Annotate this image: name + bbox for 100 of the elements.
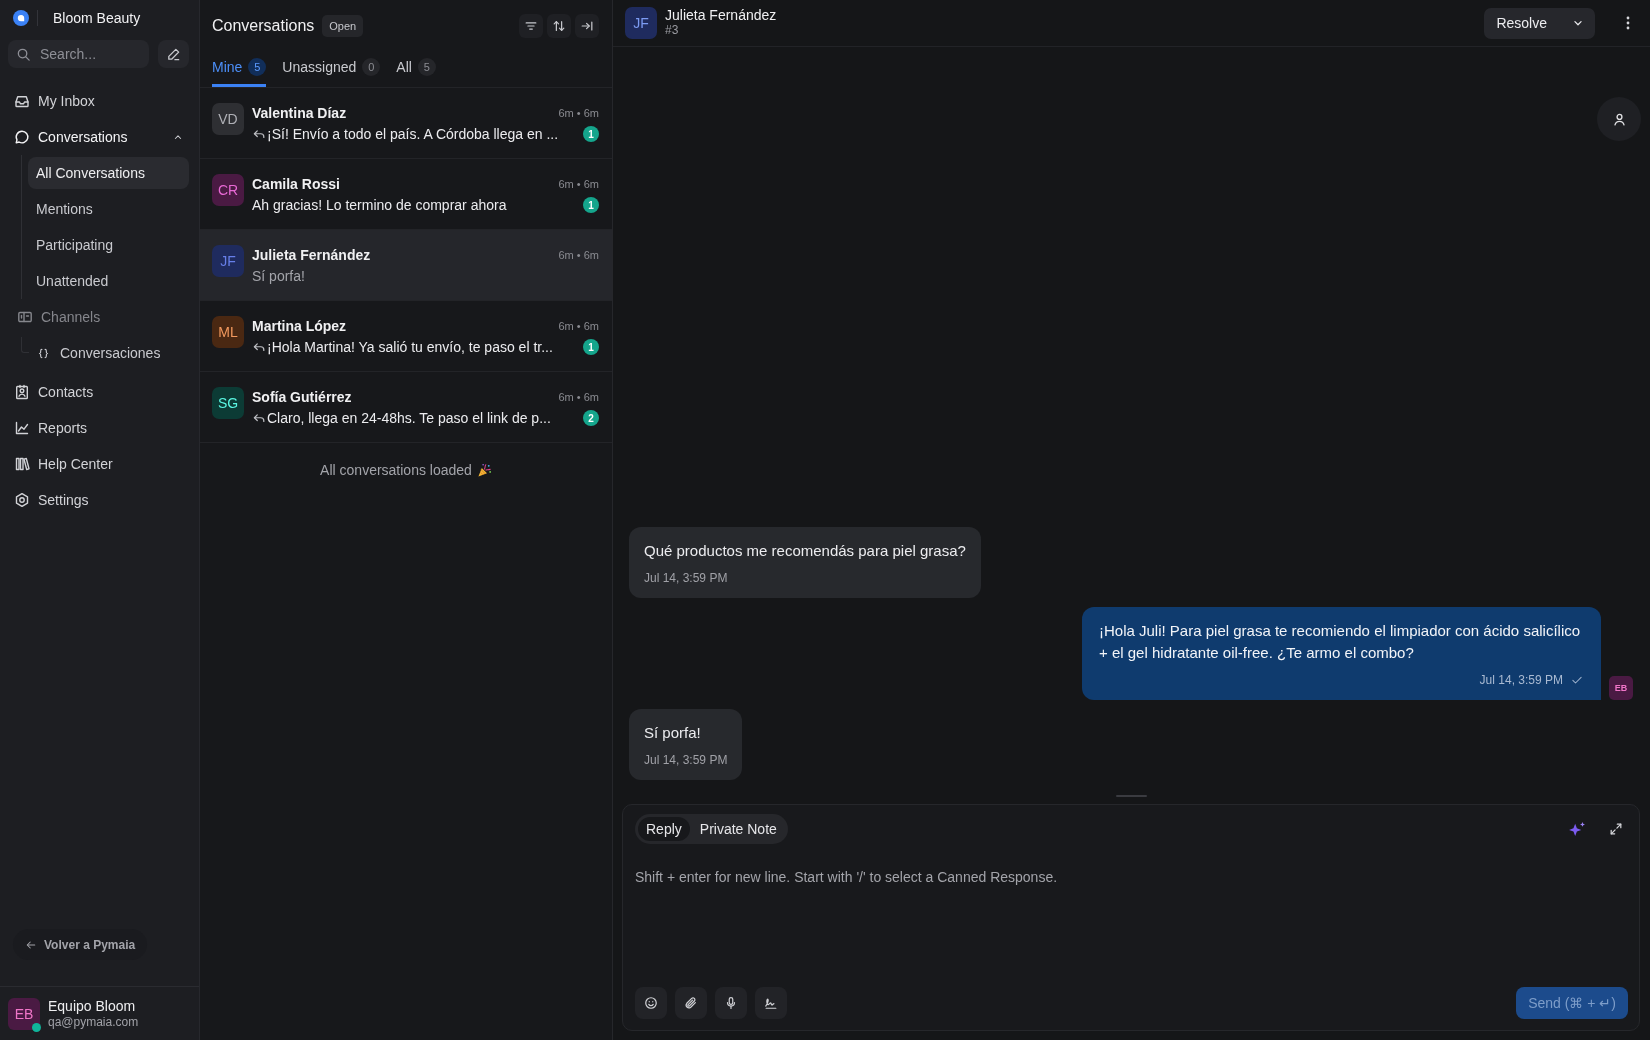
contact-name: Martina López (252, 318, 347, 334)
message-time: Jul 14, 3:59 PM (1479, 672, 1563, 688)
signature-icon (764, 996, 778, 1010)
contact-name: Valentina Díaz (252, 105, 347, 121)
panel-title: Conversations (212, 17, 315, 35)
more-options-icon[interactable] (1626, 16, 1630, 30)
expand-icon[interactable] (1609, 822, 1623, 836)
sparkle-icon[interactable] (1569, 822, 1585, 836)
unread-count: 1 (583, 339, 599, 355)
paperclip-icon (684, 996, 698, 1010)
message-text: Qué productos me recomendás para piel grasa? (644, 541, 966, 561)
section-heading: Channels (13, 299, 189, 335)
nav-item[interactable]: Help Center (13, 446, 189, 482)
sender-avatar: EB (1609, 676, 1633, 700)
paperclip-button[interactable] (675, 987, 707, 1019)
brand-name: Bloom Beauty (53, 10, 141, 26)
message-preview: ¡Hola Martina! Ya salió tu envío, te paso el tr... (267, 339, 553, 355)
settings-icon (14, 492, 30, 508)
composer[interactable]: Reply Private Note Shift + enter for new line. Start with '/' to select a Canned Response. Send (⌘ + ↵) (622, 804, 1640, 1031)
contact-name: Julieta Fernández (665, 8, 777, 23)
tab-count: 5 (417, 58, 436, 76)
resolve-button[interactable]: Resolve (1484, 7, 1595, 39)
message-time: Jul 14, 3:59 PM (644, 752, 728, 768)
contact-name: Julieta Fernández (252, 247, 371, 263)
unread-count: 2 (583, 410, 599, 426)
nav-item[interactable]: Reports (13, 410, 189, 446)
unread-count: 1 (583, 126, 599, 142)
tab-count: 0 (362, 58, 381, 76)
line-chart-icon (14, 420, 30, 436)
pencil-icon (166, 46, 181, 62)
message-preview: Ah gracias! Lo termino de comprar ahora (252, 197, 507, 213)
nav-item[interactable]: My Inbox (13, 83, 189, 119)
tab[interactable]: All 5 (396, 52, 436, 87)
contact-avatar: SG (212, 387, 244, 419)
books-icon (14, 456, 30, 472)
nav-item[interactable]: Contacts (13, 374, 189, 410)
list-end-message: All conversations loaded (320, 461, 472, 480)
contact-avatar: CR (212, 174, 244, 206)
conversation-time: 6m • 6m (558, 178, 599, 190)
user-email: qa@pymaia.com (48, 1014, 139, 1030)
contact-avatar: JF (212, 245, 244, 277)
party-popper-icon (476, 462, 492, 478)
logo-icon (13, 10, 29, 26)
message-preview: ¡Sí! Envío a todo el país. A Córdoba llega en ... (267, 126, 559, 142)
back-link[interactable]: Volver a Pymaia (13, 929, 148, 960)
sort-arrows-icon (552, 19, 566, 33)
conversation-time: 6m • 6m (558, 320, 599, 332)
message-text: ¡Hola Juli! Para piel grasa te recomiendo el limpiador con ácido salicílico + el gel hidratante oil-free. ¿Te armo el combo? (1099, 621, 1582, 663)
search-input[interactable]: Search... (40, 46, 141, 62)
conversation-time: 6m • 6m (558, 107, 599, 119)
search-field[interactable]: Search... (8, 40, 149, 68)
signature-button[interactable] (755, 987, 787, 1019)
message-text: Sí porfa! (644, 723, 702, 743)
microphone-button[interactable] (715, 987, 747, 1019)
contact-avatar: JF (625, 7, 657, 39)
mode-tab[interactable]: Private Note (691, 817, 785, 841)
user-name: Equipo Bloom (48, 997, 137, 1014)
emoji-button[interactable] (635, 987, 667, 1019)
contact-details-button[interactable] (1597, 97, 1641, 141)
search-icon (16, 46, 31, 62)
nav-subitem[interactable]: All Conversations (28, 157, 189, 189)
filter-button[interactable] (519, 14, 543, 38)
unread-count: 1 (583, 197, 599, 213)
nav-item[interactable]: Settings (13, 482, 189, 518)
message-preview: Claro, llega en 24-48hs. Te paso el link de p... (267, 410, 551, 426)
mode-tab[interactable]: Reply (638, 817, 690, 841)
tab[interactable]: Unassigned 0 (282, 52, 381, 87)
nav-subitem[interactable]: Mentions (28, 193, 189, 225)
nav-group[interactable]: Conversations (13, 119, 189, 155)
conversation-item[interactable]: JF Julieta Fernández 6m • 6m Sí porfa! (200, 230, 612, 301)
conversation-time: 6m • 6m (558, 391, 599, 403)
conversation-number: #3 (665, 23, 680, 38)
contact-name: Camila Rossi (252, 176, 340, 192)
sort-button[interactable] (547, 14, 571, 38)
nav-subitem[interactable]: Unattended (28, 265, 189, 297)
status-filter[interactable]: Open (322, 15, 364, 37)
emoji-icon (644, 996, 658, 1010)
person-icon (1611, 111, 1627, 127)
tab-count: 5 (248, 58, 267, 76)
nav-subitem[interactable]: Participating (28, 229, 189, 261)
filter-icon (524, 19, 538, 33)
panel-icon (17, 309, 33, 325)
message-time: Jul 14, 3:59 PM (644, 570, 729, 586)
user-avatar: EB (8, 997, 40, 1030)
resize-handle[interactable] (1116, 795, 1147, 797)
channel-item[interactable]: Conversaciones (37, 345, 161, 361)
message-preview: Sí porfa! (252, 268, 305, 284)
arrow-left-icon (25, 938, 37, 951)
contact-name: Sofía Gutiérrez (252, 389, 352, 405)
contact-avatar: ML (212, 316, 244, 348)
collapse-button[interactable] (575, 14, 599, 38)
arrow-to-bar-icon (580, 19, 594, 33)
contact-avatar: VD (212, 103, 244, 135)
compose-button[interactable] (158, 40, 189, 68)
microphone-icon (724, 996, 738, 1010)
conversation-time: 6m • 6m (558, 249, 599, 261)
braces-icon (37, 346, 50, 360)
contact-card-icon (14, 384, 30, 400)
chat-bubble-icon (14, 129, 30, 145)
message-input[interactable]: Shift + enter for new line. Start with '/' to select a Canned Response. (635, 867, 1628, 979)
